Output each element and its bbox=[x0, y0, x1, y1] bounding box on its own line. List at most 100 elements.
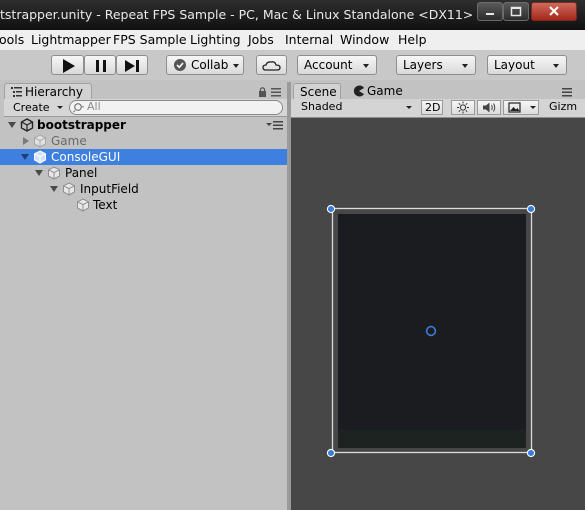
chevron-down-icon bbox=[462, 64, 468, 68]
item-label: Game bbox=[51, 134, 87, 148]
list-icon bbox=[11, 87, 22, 97]
layout-label: Layout bbox=[494, 58, 535, 72]
scene-viewport[interactable] bbox=[291, 118, 585, 510]
scene-tab-strip: Scene Game bbox=[291, 82, 585, 100]
collab-label: Collab bbox=[191, 58, 229, 72]
hierarchy-item-panel[interactable]: Panel bbox=[0, 165, 287, 181]
expand-arrow-icon[interactable] bbox=[8, 122, 16, 128]
chevron-down-icon bbox=[233, 64, 239, 68]
hierarchy-item-text[interactable]: Text bbox=[0, 197, 287, 213]
pause-icon bbox=[96, 60, 106, 72]
close-icon bbox=[549, 6, 559, 16]
rect-handle-top-right[interactable] bbox=[526, 204, 536, 214]
scene-name: bootstrapper bbox=[37, 118, 126, 132]
lock-menu-icon[interactable] bbox=[258, 86, 284, 98]
gameobject-cube-icon bbox=[48, 166, 60, 180]
rect-handle-top-left[interactable] bbox=[326, 204, 336, 214]
rect-handle-bottom-left[interactable] bbox=[326, 448, 336, 458]
input-field-rect bbox=[338, 430, 526, 448]
unity-logo-icon bbox=[20, 118, 34, 132]
tab-scene[interactable]: Scene bbox=[293, 83, 341, 100]
gizmos-dropdown[interactable]: Gizm bbox=[543, 100, 585, 115]
toolbar: Collab Account Layers Layout bbox=[0, 50, 585, 80]
chevron-down-icon bbox=[363, 64, 369, 68]
hierarchy-scene-row[interactable]: bootstrapper bbox=[0, 117, 287, 133]
scene-toolbar: Shaded 2D Gizm bbox=[291, 99, 585, 118]
cloud-button[interactable] bbox=[256, 55, 287, 75]
gameobject-cube-icon bbox=[77, 198, 89, 212]
chevron-down-icon bbox=[530, 106, 536, 109]
menu-lightmapper[interactable]: Lightmapper bbox=[31, 32, 111, 47]
minimize-button[interactable] bbox=[477, 2, 503, 21]
search-placeholder: All bbox=[87, 100, 101, 113]
layers-dropdown[interactable]: Layers bbox=[396, 55, 476, 75]
checkmark-circle-icon bbox=[174, 59, 186, 71]
search-input[interactable]: All bbox=[69, 100, 283, 115]
layers-label: Layers bbox=[403, 58, 443, 72]
options-menu-icon[interactable] bbox=[559, 87, 573, 97]
toggle-2d-button[interactable]: 2D bbox=[421, 100, 443, 115]
menu-jobs[interactable]: Jobs bbox=[248, 32, 274, 47]
step-icon bbox=[125, 60, 139, 72]
item-label: Panel bbox=[65, 166, 98, 180]
hierarchy-panel: Hierarchy Create All bootstrapper Game C… bbox=[0, 82, 287, 510]
scene-lighting-toggle[interactable] bbox=[451, 100, 475, 115]
scene-effects-dropdown[interactable] bbox=[503, 100, 539, 115]
hierarchy-item-game[interactable]: Game bbox=[0, 133, 287, 149]
menu-bar: ools Lightmapper FPS Sample Lighting Job… bbox=[0, 30, 585, 51]
collapsed-arrow-icon[interactable] bbox=[23, 137, 29, 145]
mode-2d-label: 2D bbox=[425, 101, 441, 114]
pause-button[interactable] bbox=[84, 55, 116, 75]
play-icon bbox=[63, 59, 75, 73]
cloud-icon bbox=[262, 61, 281, 71]
menu-fps-sample[interactable]: FPS Sample bbox=[113, 32, 187, 47]
scene-tab-label: Scene bbox=[300, 85, 337, 99]
gameobject-cube-icon bbox=[34, 134, 46, 148]
menu-window[interactable]: Window bbox=[340, 32, 389, 47]
play-button[interactable] bbox=[51, 55, 84, 75]
minimize-icon bbox=[486, 13, 494, 15]
window-title-bar: tstrapper.unity - Repeat FPS Sample - PC… bbox=[0, 0, 585, 30]
item-label: Text bbox=[93, 198, 118, 212]
rect-handle-bottom-right[interactable] bbox=[526, 448, 536, 458]
hierarchy-toolbar: Create All bbox=[4, 99, 287, 117]
expand-arrow-icon[interactable] bbox=[50, 186, 58, 192]
hierarchy-item-consolegui[interactable]: ConsoleGUI bbox=[0, 149, 287, 165]
layout-dropdown[interactable]: Layout bbox=[487, 55, 567, 75]
menu-lighting[interactable]: Lighting bbox=[190, 32, 241, 47]
maximize-button[interactable] bbox=[503, 2, 529, 21]
gizmos-label: Gizm bbox=[549, 100, 578, 113]
shading-label: Shaded bbox=[301, 100, 343, 113]
hierarchy-tab-label: Hierarchy bbox=[25, 85, 84, 99]
close-button[interactable] bbox=[531, 2, 577, 21]
pacman-icon bbox=[353, 85, 364, 97]
image-icon bbox=[508, 102, 521, 113]
tab-game[interactable]: Game bbox=[349, 83, 409, 100]
chevron-down-icon bbox=[406, 106, 412, 109]
speaker-icon bbox=[483, 102, 496, 113]
scene-audio-toggle[interactable] bbox=[477, 100, 501, 115]
chevron-down-icon bbox=[553, 64, 559, 68]
account-label: Account bbox=[304, 58, 353, 72]
shading-mode-dropdown[interactable]: Shaded bbox=[295, 100, 413, 115]
game-tab-label: Game bbox=[367, 84, 403, 98]
chevron-down-icon bbox=[57, 106, 63, 109]
gameobject-cube-icon bbox=[34, 150, 46, 164]
hierarchy-item-inputfield[interactable]: InputField bbox=[0, 181, 287, 197]
options-menu-icon[interactable] bbox=[266, 121, 284, 131]
gameobject-cube-icon bbox=[63, 182, 75, 196]
search-icon bbox=[73, 103, 84, 113]
scene-view-canvas bbox=[326, 204, 536, 458]
expand-arrow-icon[interactable] bbox=[21, 154, 29, 160]
item-label: InputField bbox=[80, 182, 139, 196]
expand-arrow-icon[interactable] bbox=[35, 170, 43, 176]
menu-tools[interactable]: ools bbox=[0, 32, 24, 47]
menu-help[interactable]: Help bbox=[398, 32, 427, 47]
menu-internal[interactable]: Internal bbox=[285, 32, 333, 47]
scene-panel: Scene Game Shaded 2D Gizm bbox=[291, 82, 585, 510]
collab-dropdown[interactable]: Collab bbox=[166, 55, 244, 75]
account-dropdown[interactable]: Account bbox=[297, 55, 377, 75]
item-label: ConsoleGUI bbox=[51, 150, 121, 164]
step-button[interactable] bbox=[116, 55, 148, 75]
create-label: Create bbox=[13, 101, 50, 114]
